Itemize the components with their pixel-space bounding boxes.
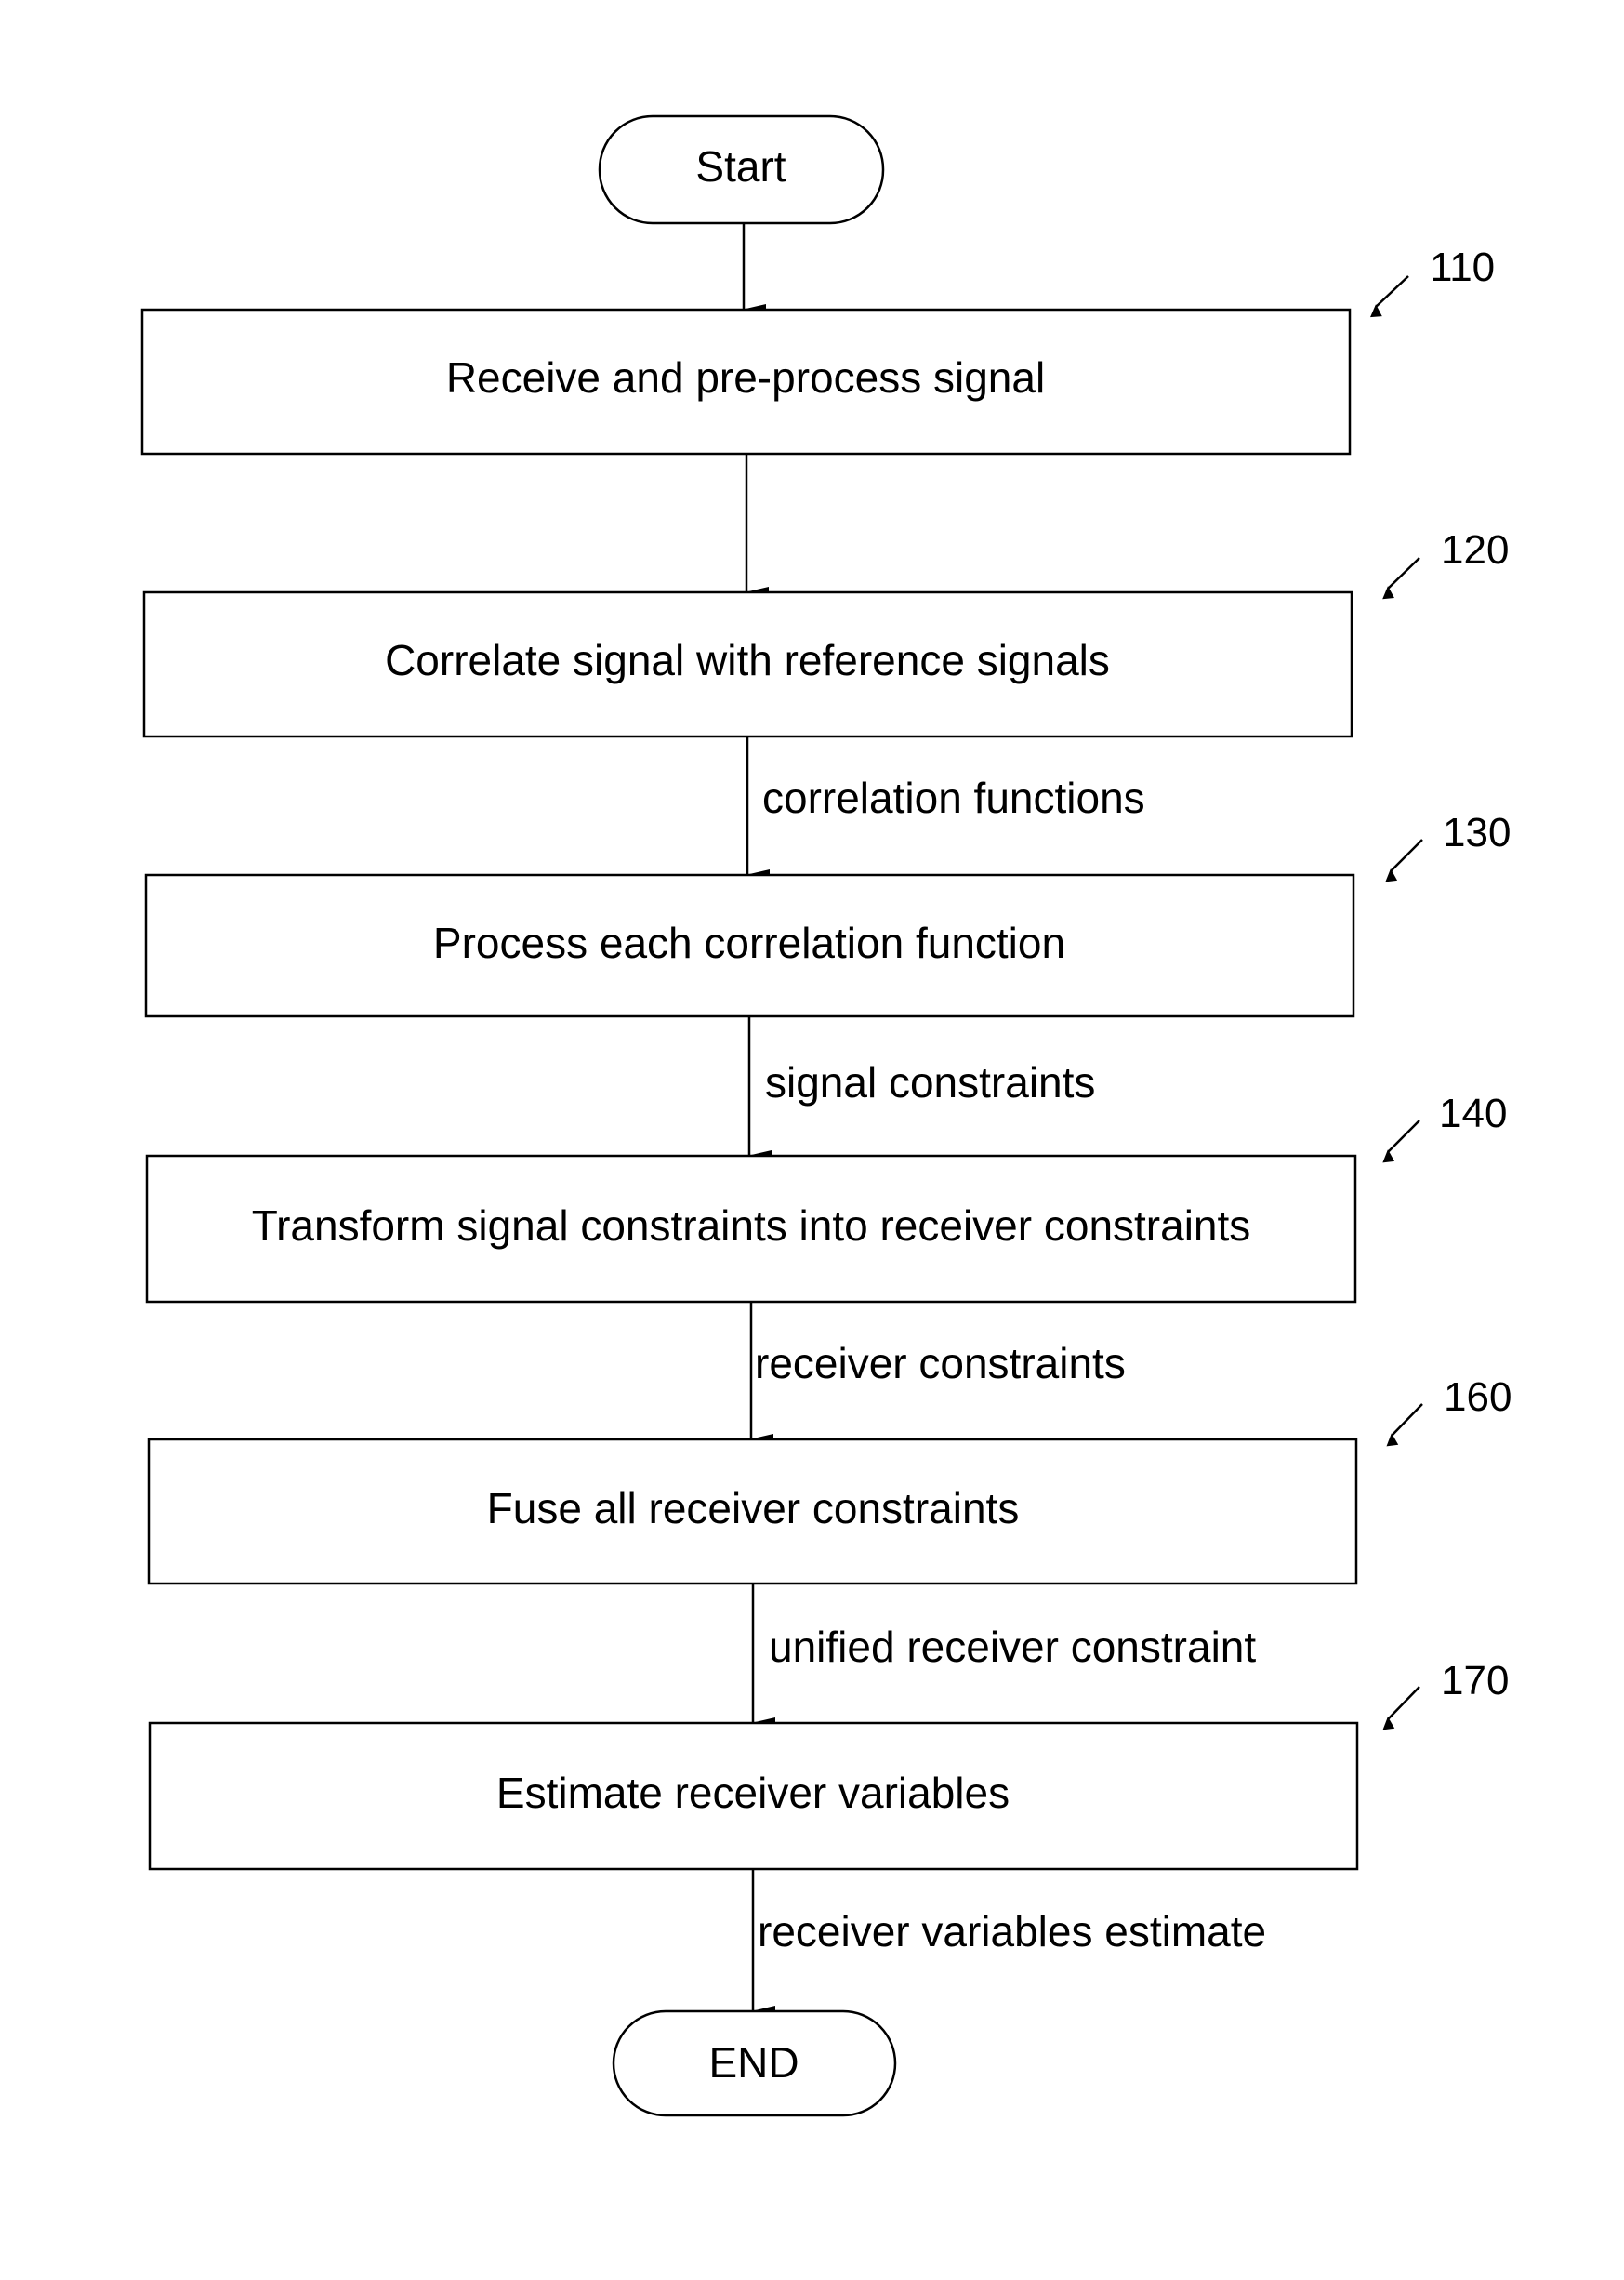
- ref-marker-170: 170: [1382, 1658, 1509, 1730]
- step-label-120: Correlate signal with reference signals: [385, 636, 1110, 684]
- step-box-120: Correlate signal with reference signals: [142, 590, 1353, 738]
- ref-marker-140: 140: [1382, 1091, 1507, 1163]
- step-label-110: Receive and pre-process signal: [446, 353, 1045, 402]
- step-label-130: Process each correlation function: [433, 919, 1065, 967]
- step-box-130: Process each correlation function: [144, 873, 1355, 1018]
- step-label-140: Transform signal constraints into receiv…: [252, 1201, 1251, 1250]
- ref-number-130: 130: [1443, 810, 1511, 855]
- ref-number-170: 170: [1441, 1658, 1509, 1703]
- start-label: Start: [695, 142, 786, 191]
- step-box-110: Receive and pre-process signal: [140, 308, 1352, 456]
- flow-label-receiver-constraints: receiver constraints: [755, 1339, 1126, 1387]
- ref-number-140: 140: [1439, 1091, 1507, 1136]
- step-box-170: Estimate receiver variables: [148, 1721, 1359, 1871]
- step-box-140: Transform signal constraints into receiv…: [145, 1154, 1357, 1304]
- ref-marker-160: 160: [1386, 1374, 1512, 1447]
- flow-label-receiver-variables-estimate: receiver variables estimate: [758, 1907, 1266, 1955]
- flow-label-signal-constraints: signal constraints: [765, 1058, 1095, 1107]
- start-terminal: Start: [598, 114, 885, 225]
- ref-number-110: 110: [1430, 245, 1495, 290]
- ref-marker-110: 110: [1370, 245, 1495, 318]
- flow-label-correlation-functions: correlation functions: [762, 774, 1145, 822]
- step-label-160: Fuse all receiver constraints: [487, 1484, 1020, 1532]
- step-box-160: Fuse all receiver constraints: [147, 1438, 1358, 1585]
- step-label-170: Estimate receiver variables: [496, 1769, 1010, 1817]
- flow-label-unified-receiver-constraint: unified receiver constraint: [769, 1623, 1256, 1671]
- end-terminal: END: [612, 2009, 897, 2117]
- flowchart: Start Receive and pre-process signal 110…: [140, 114, 1512, 2117]
- ref-number-160: 160: [1444, 1374, 1512, 1420]
- ref-number-120: 120: [1441, 527, 1509, 573]
- end-label: END: [708, 2038, 799, 2087]
- ref-marker-130: 130: [1385, 810, 1511, 882]
- ref-marker-120: 120: [1382, 527, 1509, 600]
